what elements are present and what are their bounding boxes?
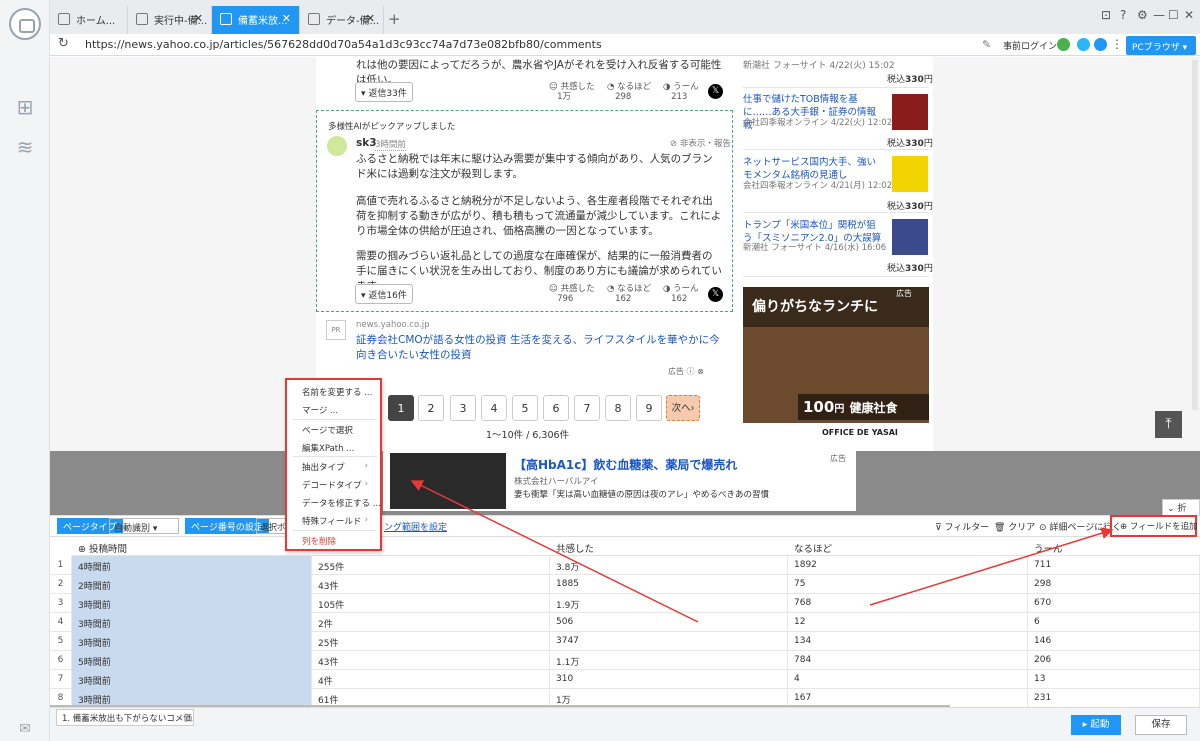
arrow-to-ad (410, 480, 699, 623)
annotation-arrows (410, 480, 1114, 623)
arrow-to-add-field (869, 527, 1114, 606)
start-label: 起動 (1090, 719, 1110, 730)
task-tab[interactable]: 1. 備蓄米放出も下がらないコメ価... (56, 709, 194, 726)
footer-bar (50, 707, 1200, 741)
start-button[interactable]: ▸ 起動 (1071, 715, 1121, 735)
save-button[interactable]: 保存 (1135, 715, 1187, 735)
